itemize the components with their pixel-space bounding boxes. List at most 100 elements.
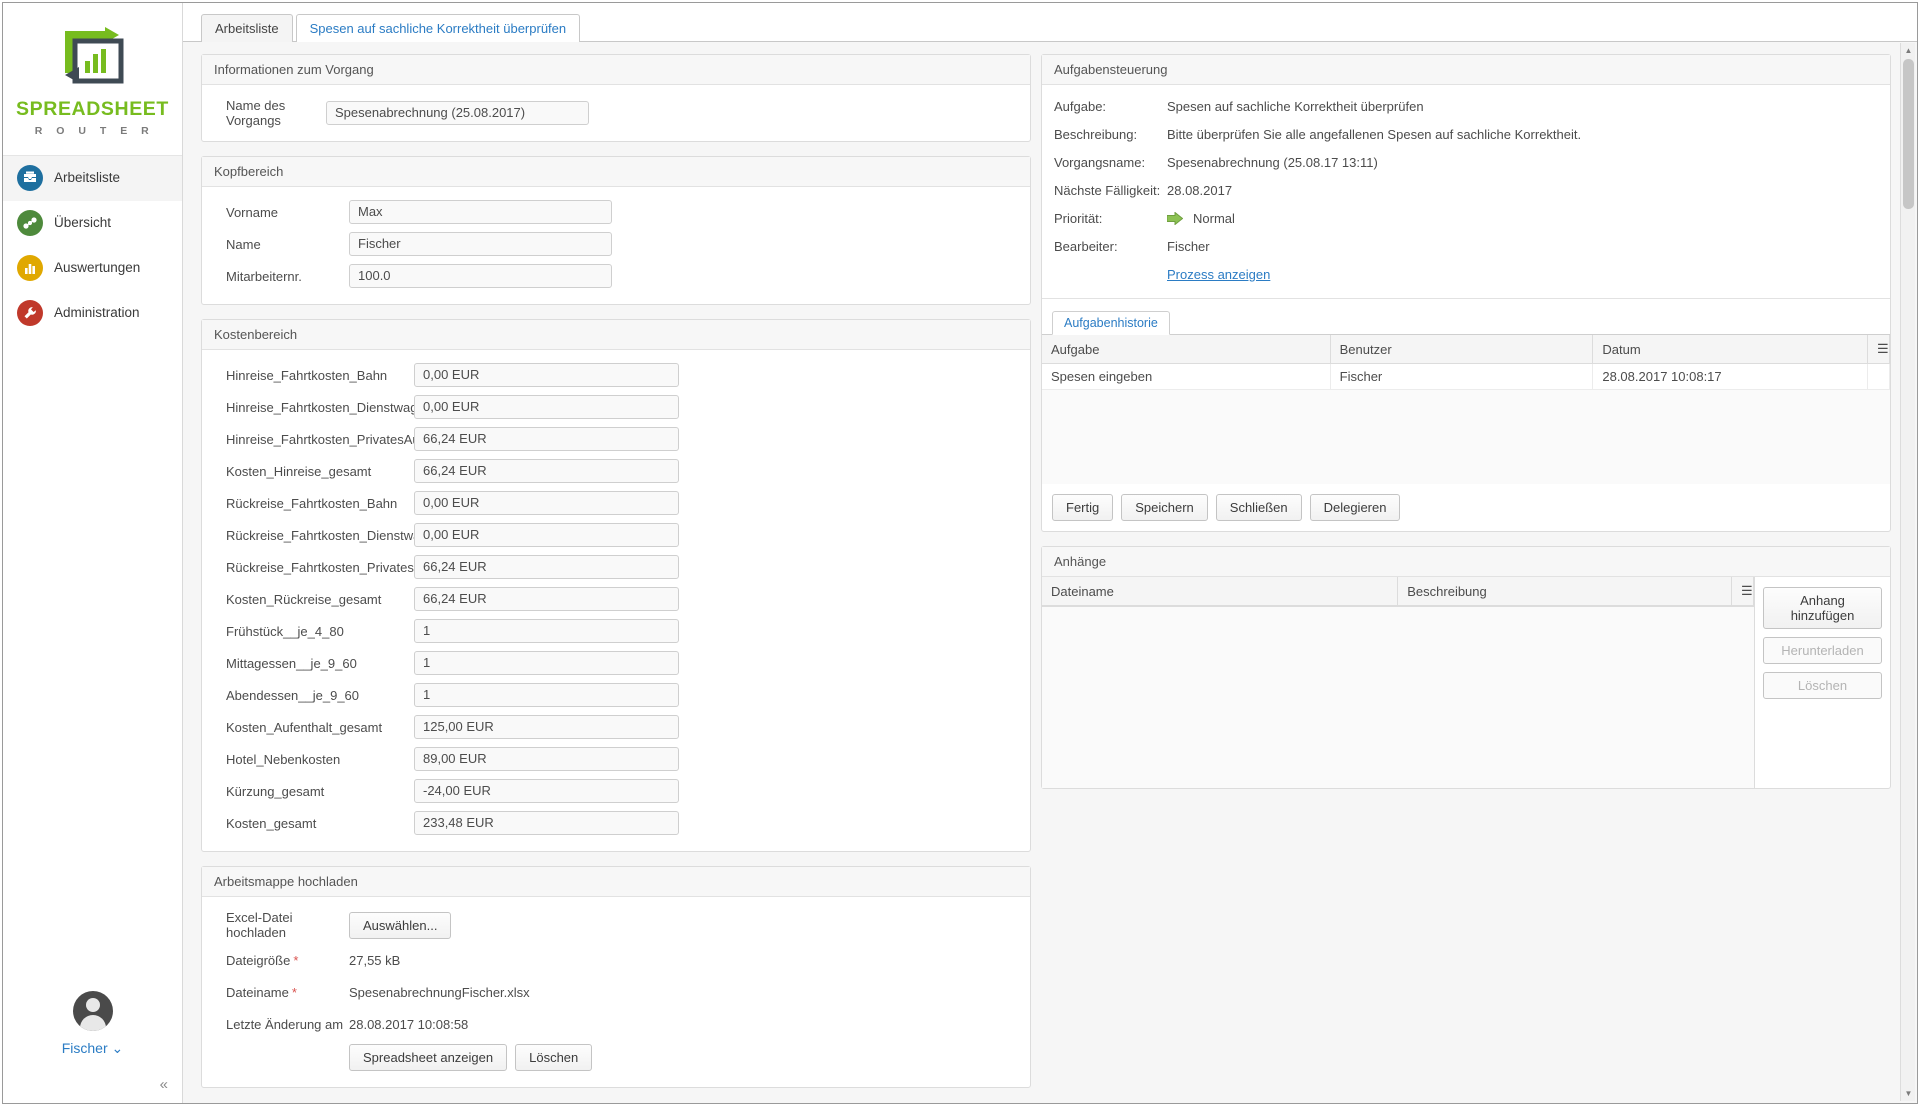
sidebar-item-arbeitsliste[interactable]: Arbeitsliste xyxy=(3,155,182,201)
required-asterisk: * xyxy=(291,984,297,1000)
cost-input[interactable]: 1 xyxy=(414,619,679,643)
hamburger-icon[interactable]: ☰ xyxy=(1867,335,1890,364)
table-row[interactable]: Spesen eingeben Fischer 28.08.2017 10:08:1… xyxy=(1042,363,1890,390)
history-cell-aufgabe: Spesen eingeben xyxy=(1042,363,1331,390)
cost-input[interactable]: 0,00 EUR xyxy=(414,395,679,419)
brand-logo: SPREADSHEET R O U T E R xyxy=(3,3,182,155)
cost-row: Abendessen__je_9_60 1 xyxy=(214,683,1018,707)
col-datum[interactable]: Datum xyxy=(1592,335,1868,364)
choose-file-button[interactable]: Auswählen... xyxy=(349,911,452,939)
collapse-sidebar-button[interactable]: « xyxy=(160,1076,168,1093)
cost-input[interactable]: 66,24 EUR xyxy=(414,587,679,611)
cost-row: Kosten_gesamt 233,48 EUR xyxy=(214,811,1018,835)
sidebar-item-uebersicht[interactable]: Übersicht xyxy=(3,201,182,246)
attachments-panel-title: Anhänge xyxy=(1042,547,1890,577)
delete-file-button[interactable]: Löschen xyxy=(515,1044,593,1071)
cost-input[interactable]: 66,24 EUR xyxy=(414,459,679,483)
history-tab-bar: Aufgabenhistorie xyxy=(1042,309,1890,335)
sidebar-item-administration[interactable]: Administration xyxy=(3,291,182,336)
task-aufgabe-label: Aufgabe: xyxy=(1054,99,1107,114)
col-dateiname[interactable]: Dateiname xyxy=(1042,577,1399,606)
cost-input[interactable]: 0,00 EUR xyxy=(414,523,679,547)
attachment-button-anhang-hinzuf-gen[interactable]: Anhang hinzufügen xyxy=(1763,587,1882,629)
mitarbeiternr-input[interactable]: 100.0 xyxy=(349,264,612,288)
filesize-value: 27,55 kB xyxy=(349,952,401,968)
table-header-row: Aufgabe Benutzer Datum ☰ xyxy=(1042,335,1890,364)
task-aufgabe-value: Spesen auf sachliche Korrektheit überprü… xyxy=(1167,99,1424,114)
sidebar-item-label: Auswertungen xyxy=(54,260,141,275)
cost-input[interactable]: 1 xyxy=(414,651,679,675)
user-menu[interactable]: Fischer ⌄ xyxy=(3,991,182,1057)
kostenbereich-panel-title: Kostenbereich xyxy=(202,320,1030,350)
kopfbereich-panel-title: Kopfbereich xyxy=(202,157,1030,187)
wrench-icon xyxy=(17,299,43,326)
sidebar-item-label: Übersicht xyxy=(54,215,112,230)
scroll-down-arrow[interactable]: ▼ xyxy=(1901,1086,1916,1101)
excel-upload-label: Excel-Datei hochladen xyxy=(226,910,293,940)
col-aufgabe[interactable]: Aufgabe xyxy=(1042,335,1331,364)
upload-panel: Arbeitsmappe hochladen Excel-Datei hochl… xyxy=(201,866,1031,1088)
required-asterisk: * xyxy=(293,952,299,968)
task-button-speichern[interactable]: Speichern xyxy=(1121,494,1208,521)
task-button-delegieren[interactable]: Delegieren xyxy=(1309,494,1401,521)
cost-label: Rückreise_Fahrtkosten_Dienstwagen xyxy=(226,527,443,543)
sidebar-item-label: Administration xyxy=(54,305,140,320)
tab-arbeitsliste[interactable]: Arbeitsliste xyxy=(201,14,293,42)
cost-label: Kosten_Rückreise_gesamt xyxy=(226,591,382,607)
kopfbereich-panel: Kopfbereich Vorname Max Name Fischer Mit… xyxy=(201,156,1031,305)
task-bearbeiter-label: Bearbeiter: xyxy=(1054,239,1118,254)
modified-value: 28.08.2017 10:08:58 xyxy=(349,1016,469,1032)
attachments-panel: Anhänge Dateiname Beschreibung ☰ Anhang … xyxy=(1041,546,1891,789)
cost-row: Hinreise_Fahrtkosten_PrivatesAuto 66,24 E… xyxy=(214,427,1018,451)
task-button-schlie-en[interactable]: Schließen xyxy=(1215,494,1302,521)
show-process-link[interactable]: Prozess anzeigen xyxy=(1167,267,1270,282)
cost-input[interactable]: 66,24 EUR xyxy=(414,427,679,451)
cost-input[interactable]: 233,48 EUR xyxy=(414,811,679,835)
cost-input[interactable]: 0,00 EUR xyxy=(414,491,679,515)
hamburger-icon[interactable]: ☰ xyxy=(1731,577,1754,606)
cost-input[interactable]: 66,24 EUR xyxy=(414,555,679,579)
cost-input[interactable]: -24,00 EUR xyxy=(414,779,679,803)
col-beschreibung[interactable]: Beschreibung xyxy=(1397,577,1732,606)
cost-input[interactable]: 0,00 EUR xyxy=(414,363,679,387)
kostenbereich-rows: Hinreise_Fahrtkosten_Bahn 0,00 EUR Hinreis… xyxy=(202,350,1030,851)
kostenbereich-panel: Kostenbereich Hinreise_Fahrtkosten_Bahn 0… xyxy=(201,319,1031,852)
cost-input[interactable]: 89,00 EUR xyxy=(414,747,679,771)
cost-label: Frühstück__je_4_80 xyxy=(226,623,344,639)
cost-input[interactable]: 1 xyxy=(414,683,679,707)
task-bearbeiter-value: Fischer xyxy=(1167,239,1210,254)
cost-row: Rückreise_Fahrtkosten_Bahn 0,00 EUR xyxy=(214,491,1018,515)
task-prioritaet-label: Priorität: xyxy=(1054,211,1103,226)
spreadsheet-router-logo-icon xyxy=(64,27,123,84)
application-window: SPREADSHEET R O U T E R Arbeitsliste Übe… xyxy=(2,2,1918,1104)
task-control-panel-title: Aufgabensteuerung xyxy=(1042,55,1890,85)
bar-chart-icon xyxy=(17,254,43,281)
task-button-fertig[interactable]: Fertig xyxy=(1052,494,1114,521)
tab-aufgabenhistorie[interactable]: Aufgabenhistorie xyxy=(1052,311,1170,335)
network-icon xyxy=(17,209,43,236)
vertical-scrollbar[interactable]: ▲ ▼ xyxy=(1900,43,1915,1101)
name-input[interactable]: Fischer xyxy=(349,232,612,256)
scroll-up-arrow[interactable]: ▲ xyxy=(1901,43,1916,58)
inbox-icon xyxy=(17,164,43,191)
col-benutzer[interactable]: Benutzer xyxy=(1330,335,1594,364)
user-name-label[interactable]: Fischer ⌄ xyxy=(3,1040,182,1057)
filename-label: Dateiname * xyxy=(214,985,349,1000)
show-spreadsheet-button[interactable]: Spreadsheet anzeigen xyxy=(349,1044,508,1071)
cost-label: Kosten_Hinreise_gesamt xyxy=(226,463,372,479)
cost-label: Kosten_gesamt xyxy=(226,815,317,831)
vorname-input[interactable]: Max xyxy=(349,200,612,224)
vorgang-name-label: Name des Vorgangs xyxy=(226,98,286,128)
scrollbar-thumb[interactable] xyxy=(1903,59,1914,209)
vorgang-panel: Informationen zum Vorgang Name des Vorga… xyxy=(201,54,1031,142)
task-history-table: Aufgabe Benutzer Datum ☰ Spesen eingeben… xyxy=(1042,335,1890,390)
table-header-row: Dateiname Beschreibung ☰ xyxy=(1042,577,1754,606)
tab-spesen-pruefen[interactable]: Spesen auf sachliche Korrektheit überprü… xyxy=(295,14,581,42)
cost-label: Kürzung_gesamt xyxy=(226,783,325,799)
cost-input[interactable]: 125,00 EUR xyxy=(414,715,679,739)
cost-label: Rückreise_Fahrtkosten_PrivatesAuto xyxy=(226,559,441,575)
vorgang-name-input[interactable]: Spesenabrechnung (25.08.2017) xyxy=(326,101,589,125)
attachments-table: Dateiname Beschreibung ☰ xyxy=(1042,577,1754,606)
filesize-label-text: Dateigröße xyxy=(226,952,291,968)
sidebar-item-auswertungen[interactable]: Auswertungen xyxy=(3,246,182,291)
